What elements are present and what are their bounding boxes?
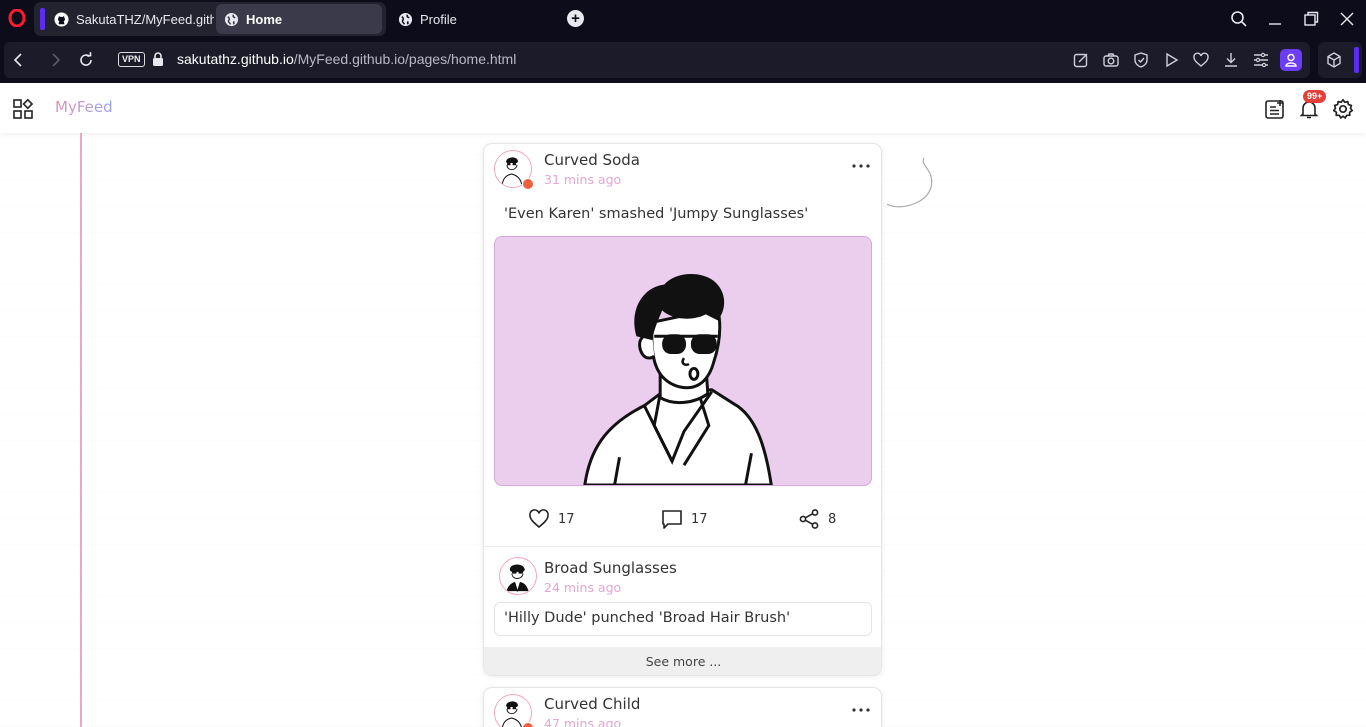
user-icon (1285, 53, 1297, 67)
post-author[interactable]: Curved Soda (544, 151, 640, 169)
comment-icon (662, 510, 682, 529)
notification-badge: 99+ (1303, 90, 1327, 103)
edit-page-icon[interactable] (1072, 51, 1090, 69)
tab-github[interactable]: SakutaTHZ/MyFeed.githu (46, 4, 214, 34)
search-tabs-icon[interactable] (1229, 9, 1249, 29)
back-icon[interactable] (10, 51, 28, 69)
post-time: 47 mins ago (544, 716, 622, 727)
settings-gear-icon[interactable] (1332, 98, 1354, 120)
minimize-icon[interactable] (1265, 9, 1285, 29)
user-avatar-illustration (506, 564, 529, 593)
tab-profile[interactable]: Profile (390, 4, 550, 34)
url-field[interactable]: sakutathz.github.io/MyFeed.github.io/pag… (177, 51, 516, 67)
post-author[interactable]: Curved Child (544, 695, 640, 713)
comment-author[interactable]: Broad Sunglasses (544, 559, 677, 577)
globe-icon (398, 12, 413, 26)
like-count: 17 (558, 511, 575, 527)
forward-icon[interactable] (46, 51, 64, 69)
comment-count: 17 (691, 511, 708, 527)
see-more-button[interactable]: See more ... (484, 647, 881, 675)
heart-icon[interactable] (1192, 51, 1210, 69)
extensions-cube-icon[interactable] (1325, 51, 1343, 69)
decorative-squiggle (886, 157, 933, 208)
new-tab-button[interactable]: + (567, 10, 584, 27)
share-icon (799, 509, 819, 529)
snapshot-camera-icon[interactable] (1102, 51, 1120, 69)
tab-group-indicator (40, 8, 45, 30)
post-card: Curved Soda 31 mins ago 'Even Karen' sma… (483, 143, 882, 676)
tab-home-label: Home (246, 11, 283, 27)
url-domain: sakutathz.github.io (177, 51, 294, 67)
post-card: Curved Child 47 mins ago (483, 687, 882, 727)
browser-address-bar: VPN sakutathz.github.io/MyFeed.github.io… (0, 37, 1366, 83)
opera-logo-icon[interactable] (8, 9, 26, 27)
reload-icon[interactable] (77, 51, 95, 69)
divider (484, 546, 881, 547)
shield-icon[interactable] (1132, 51, 1150, 69)
online-status-dot (522, 178, 534, 190)
comment-button[interactable]: 17 (661, 508, 708, 530)
avatar[interactable] (499, 557, 537, 595)
profile-button[interactable] (1280, 49, 1302, 71)
like-button[interactable]: 17 (528, 508, 575, 530)
url-path: /MyFeed.github.io/pages/home.html (293, 51, 517, 67)
lock-icon[interactable] (152, 52, 164, 67)
post-image[interactable] (494, 236, 872, 486)
heart-icon (529, 509, 549, 529)
easy-setup-icon[interactable] (1252, 51, 1270, 69)
player-icon[interactable] (1162, 51, 1180, 69)
close-window-icon[interactable] (1337, 9, 1357, 29)
share-button[interactable]: 8 (798, 508, 836, 530)
restore-icon[interactable] (1301, 9, 1321, 29)
vpn-badge[interactable]: VPN (118, 52, 145, 67)
web-page: MyFeed 99+ Curved Soda 31 mins ago 'Even… (0, 83, 1366, 727)
post-caption: 'Even Karen' smashed 'Jumpy Sunglasses' (504, 206, 809, 222)
download-icon[interactable] (1222, 51, 1240, 69)
sidebar-indicator (1354, 47, 1359, 73)
brand-logo[interactable]: MyFeed (55, 98, 113, 116)
more-options-icon[interactable] (851, 707, 871, 713)
github-icon (54, 11, 69, 27)
apps-grid-icon[interactable] (12, 98, 34, 120)
man-with-sunglasses-illustration (583, 273, 773, 485)
app-header: MyFeed 99+ (0, 83, 1366, 133)
add-post-icon[interactable] (1264, 98, 1286, 120)
more-options-icon[interactable] (851, 163, 871, 169)
share-count: 8 (828, 511, 837, 527)
tab-home[interactable]: Home (216, 4, 382, 34)
post-time: 31 mins ago (544, 172, 622, 187)
online-status-dot (522, 722, 534, 727)
comment-text: 'Hilly Dude' punched 'Broad Hair Brush' (494, 602, 872, 636)
comment-time: 24 mins ago (544, 580, 622, 595)
browser-tab-bar: SakutaTHZ/MyFeed.githu Home Profile + (0, 0, 1366, 37)
tab-profile-label: Profile (420, 11, 457, 27)
globe-icon (224, 12, 239, 26)
tab-github-label: SakutaTHZ/MyFeed.githu (76, 11, 214, 27)
timeline-line (80, 133, 82, 727)
